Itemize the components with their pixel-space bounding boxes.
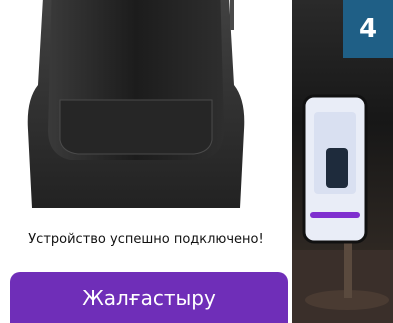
step-number-badge: 4	[343, 0, 393, 58]
instruction-frame: Устройство успешно подключено! Жалғастыр…	[0, 0, 393, 323]
app-screen: Устройство успешно подключено! Жалғастыр…	[0, 0, 292, 323]
device-illustration	[27, 0, 245, 208]
continue-button[interactable]: Жалғастыру	[10, 272, 288, 323]
connection-success-message: Устройство успешно подключено!	[28, 232, 264, 247]
